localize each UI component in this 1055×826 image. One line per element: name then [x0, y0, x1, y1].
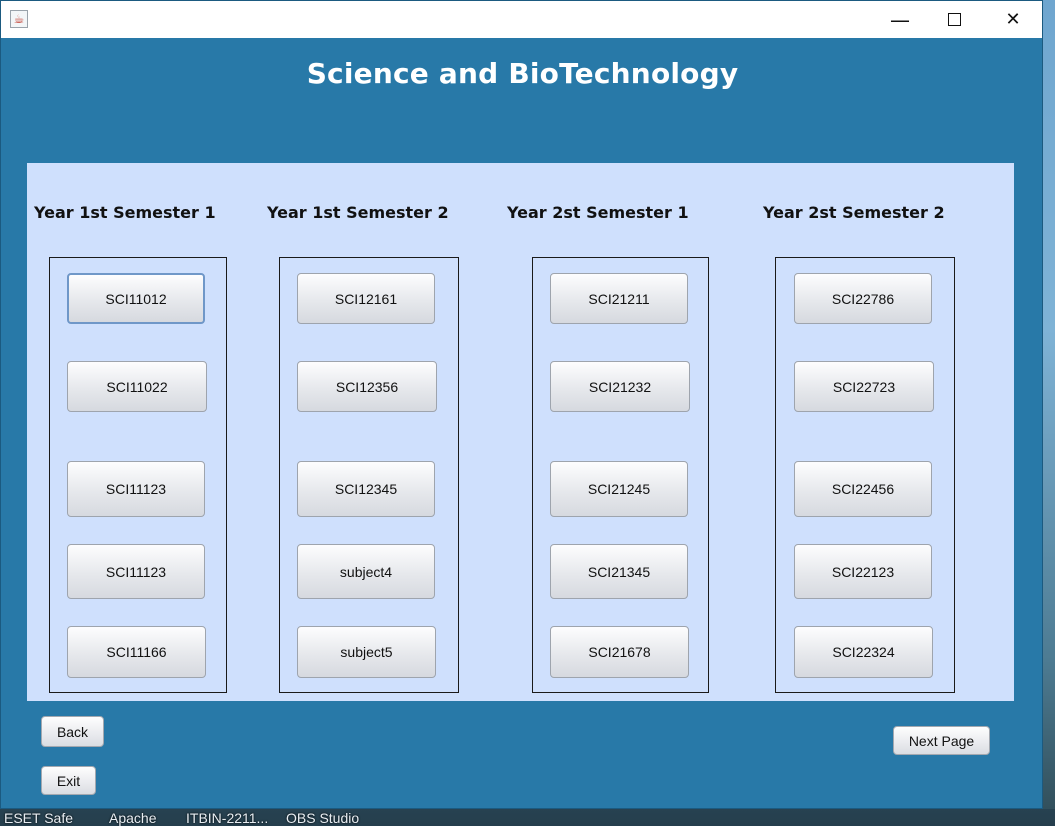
subject-button[interactable]: SCI11123 [67, 544, 205, 599]
semester-group-y1s2: SCI12161 SCI12356 SCI12345 subject4 subj… [279, 257, 459, 693]
subject-button[interactable]: SCI21245 [550, 461, 688, 517]
close-button[interactable]: ✕ [990, 1, 1036, 38]
subject-button[interactable]: subject4 [297, 544, 435, 599]
subject-button[interactable]: SCI11123 [67, 461, 205, 517]
minimize-icon: — [890, 7, 910, 32]
semester-group-y1s1: SCI11012 SCI11022 SCI11123 SCI11123 SCI1… [49, 257, 227, 693]
subject-button[interactable]: SCI11012 [67, 273, 205, 324]
subject-button[interactable]: SCI21345 [550, 544, 688, 599]
taskbar-item[interactable]: Apache [109, 810, 156, 826]
next-page-button[interactable]: Next Page [893, 726, 990, 755]
back-button[interactable]: Back [41, 716, 104, 747]
semester-label-y1s2: Year 1st Semester 2 [267, 203, 449, 222]
subject-button[interactable]: SCI22723 [794, 361, 934, 412]
semester-label-y2s2: Year 2st Semester 2 [763, 203, 945, 222]
semester-label-y1s1: Year 1st Semester 1 [34, 203, 216, 222]
taskbar-item[interactable]: ESET Safe [4, 810, 73, 826]
taskbar: ESET Safe Apache ITBIN-2211... OBS Studi… [0, 809, 1055, 826]
taskbar-item[interactable]: OBS Studio [286, 810, 359, 826]
semester-label-y2s1: Year 2st Semester 1 [507, 203, 689, 222]
maximize-button[interactable] [931, 1, 977, 38]
subject-button[interactable]: SCI21211 [550, 273, 688, 324]
page-title: Science and BioTechnology [306, 57, 739, 90]
subject-button[interactable]: subject5 [297, 626, 436, 678]
taskbar-item[interactable]: ITBIN-2211... [186, 810, 268, 826]
subject-button[interactable]: SCI11166 [67, 626, 206, 678]
subject-button[interactable]: SCI22123 [794, 544, 932, 599]
title-bar: ☕ — ✕ [1, 1, 1042, 38]
java-app-icon: ☕ [10, 10, 28, 28]
semester-group-y2s1: SCI21211 SCI21232 SCI21245 SCI21345 SCI2… [532, 257, 709, 693]
subject-button[interactable]: SCI22456 [794, 461, 932, 517]
semesters-panel: Year 1st Semester 1 Year 1st Semester 2 … [27, 163, 1014, 701]
exit-button[interactable]: Exit [41, 766, 96, 795]
subject-button[interactable]: SCI11022 [67, 361, 207, 412]
minimize-button[interactable]: — [877, 1, 923, 38]
subject-button[interactable]: SCI12161 [297, 273, 435, 324]
maximize-icon [947, 13, 961, 26]
semester-group-y2s2: SCI22786 SCI22723 SCI22456 SCI22123 SCI2… [775, 257, 955, 693]
app-window: ☕ — ✕ Science and BioTechnology Year 1st… [0, 0, 1043, 809]
subject-button[interactable]: SCI22786 [794, 273, 932, 324]
subject-button[interactable]: SCI12345 [297, 461, 435, 517]
subject-button[interactable]: SCI22324 [794, 626, 933, 678]
subject-button[interactable]: SCI21232 [550, 361, 690, 412]
subject-button[interactable]: SCI12356 [297, 361, 437, 412]
subject-button[interactable]: SCI21678 [550, 626, 689, 678]
close-icon: ✕ [1005, 9, 1021, 30]
